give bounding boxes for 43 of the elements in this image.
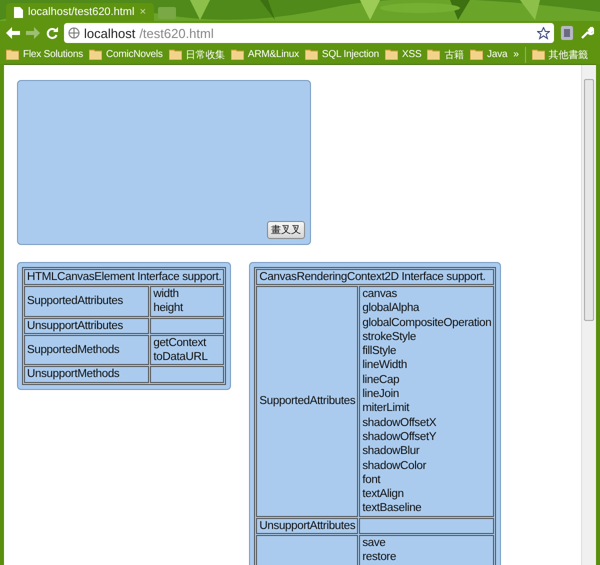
table-cell: canvas globalAlpha globalCompositeOperation strokeStyle fillStyle lineWidth lineCap lineJoin miterLimit shadowOffsetX shadowOffsetY shadowBlur shadowColor font textAlign textBaseline [359, 286, 494, 517]
bookmark-item[interactable]: 日常收集 [168, 48, 225, 62]
table-cell: UnsupportAttributes [256, 518, 358, 534]
more-bookmarks-button[interactable]: » [513, 49, 519, 60]
bookmark-item[interactable]: XSS [385, 49, 422, 60]
folder-icon [304, 49, 318, 60]
globe-icon [68, 27, 80, 39]
table-cell: UnsupportAttributes [24, 318, 150, 334]
folder-icon [385, 49, 398, 60]
wrench-icon[interactable] [580, 26, 594, 40]
table-cell: SupportedAttributes [24, 286, 150, 317]
table-cell: width height [150, 286, 224, 317]
table-cell: save restore [359, 535, 494, 565]
back-arrow-icon[interactable] [6, 27, 20, 39]
address-bar[interactable]: localhost /test620.html [64, 23, 554, 43]
bookmark-item[interactable]: 其他書籤 [532, 48, 588, 62]
bookmark-item[interactable]: Flex Solutions [6, 49, 84, 60]
folder-icon [6, 49, 19, 60]
star-icon[interactable] [537, 26, 550, 40]
table-cell: UnsupportMethods [24, 366, 150, 383]
draw-button[interactable]: 畫叉叉 [267, 221, 305, 239]
bookmark-item[interactable]: ComicNovels [89, 49, 163, 60]
folder-icon [532, 49, 545, 60]
bookmark-item[interactable]: 古籍 [427, 48, 464, 62]
browser-tab[interactable]: localhost/test620.html × [6, 3, 154, 21]
bookmark-item[interactable]: Java [470, 49, 508, 60]
folder-icon [470, 49, 484, 60]
bookmark-item[interactable]: ARM&Linux [230, 49, 299, 60]
extension-icon[interactable] [560, 25, 574, 41]
scrollbar[interactable] [581, 65, 596, 565]
table-cell: getContext toDataURL [150, 334, 224, 366]
table-caption: CanvasRenderingContext2D Interface support. [256, 269, 494, 285]
folder-icon [89, 49, 102, 60]
close-icon[interactable]: × [140, 6, 146, 18]
folder-icon [168, 49, 182, 60]
page-icon [14, 6, 23, 18]
table-cell: SupportedMethods [24, 334, 150, 366]
bookmark-item[interactable]: SQL Injection [304, 49, 379, 60]
table-caption: HTMLCanvasElement Interface support. [24, 269, 224, 285]
folder-icon [427, 49, 440, 60]
reload-icon[interactable] [46, 27, 58, 39]
table-cell: SupportedAttributes [256, 286, 358, 517]
folder-icon [230, 49, 244, 60]
